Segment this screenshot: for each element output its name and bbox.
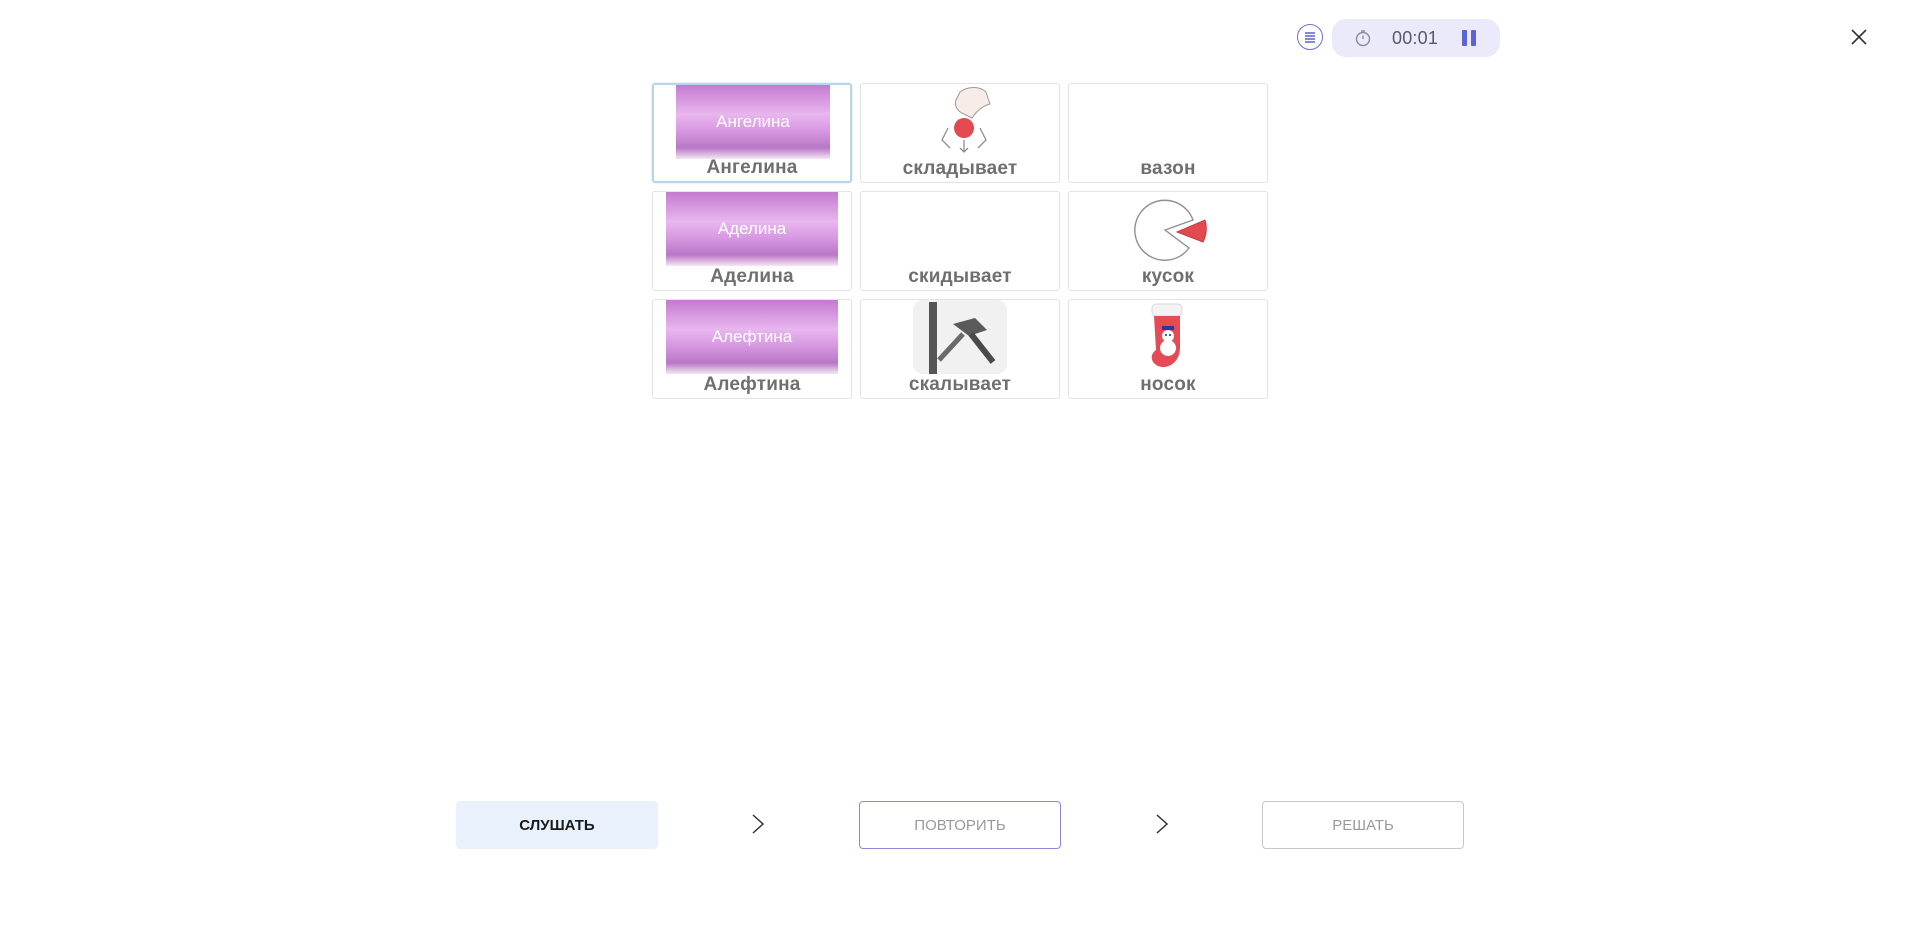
- app-screen: 00:01 Ангелина Ангелина складывает вазон…: [0, 0, 1920, 941]
- solve-button[interactable]: РЕШАТЬ: [1262, 801, 1464, 849]
- word-card-skladyvaet[interactable]: складывает: [860, 83, 1060, 183]
- word-card-kusok[interactable]: кусок: [1068, 191, 1268, 291]
- card-label: скидывает: [908, 266, 1012, 287]
- word-card-angelina[interactable]: Ангелина Ангелина: [652, 83, 852, 183]
- pie-slice-icon: [1134, 199, 1207, 261]
- chevron-right-icon: [752, 814, 765, 834]
- timer-value: 00:01: [1392, 28, 1439, 48]
- pause-icon[interactable]: [1459, 28, 1479, 48]
- word-grid: Ангелина Ангелина складывает вазон Адели…: [652, 83, 1268, 399]
- name-image: Ангелина: [676, 85, 830, 159]
- card-label: Алефтина: [703, 374, 801, 395]
- folding-hand-icon: [941, 87, 991, 153]
- listen-button[interactable]: СЛУШАТЬ: [456, 801, 658, 849]
- name-image-text: Алефтина: [711, 327, 793, 346]
- card-label: вазон: [1140, 158, 1196, 179]
- card-label: кусок: [1141, 266, 1195, 287]
- card-label: скалывает: [908, 374, 1012, 395]
- close-icon[interactable]: [1846, 24, 1872, 50]
- timer-panel: 00:01: [1332, 19, 1500, 57]
- card-label: Аделина: [710, 266, 794, 287]
- list-icon[interactable]: [1297, 24, 1323, 50]
- name-image: Алефтина: [666, 300, 838, 374]
- word-card-skidyvaet[interactable]: скидывает: [860, 191, 1060, 291]
- word-card-aleftina[interactable]: Алефтина Алефтина: [652, 299, 852, 399]
- card-label: Ангелина: [706, 157, 798, 178]
- word-card-nosok[interactable]: носок: [1068, 299, 1268, 399]
- word-card-skalyvaet[interactable]: скалывает: [860, 299, 1060, 399]
- repeat-button[interactable]: ПОВТОРИТЬ: [859, 801, 1061, 849]
- chevron-right-icon: [1156, 814, 1169, 834]
- name-image-text: Ангелина: [716, 112, 790, 131]
- name-image: Аделина: [666, 192, 838, 266]
- word-card-vazon[interactable]: вазон: [1068, 83, 1268, 183]
- card-label: носок: [1140, 374, 1196, 395]
- hammer-chisel-icon: [913, 300, 1007, 374]
- card-label: складывает: [902, 158, 1018, 179]
- word-card-adelina[interactable]: Аделина Аделина: [652, 191, 852, 291]
- name-image-text: Аделина: [717, 219, 787, 238]
- clock-icon: [1355, 30, 1371, 47]
- christmas-stocking-icon: [1151, 303, 1183, 368]
